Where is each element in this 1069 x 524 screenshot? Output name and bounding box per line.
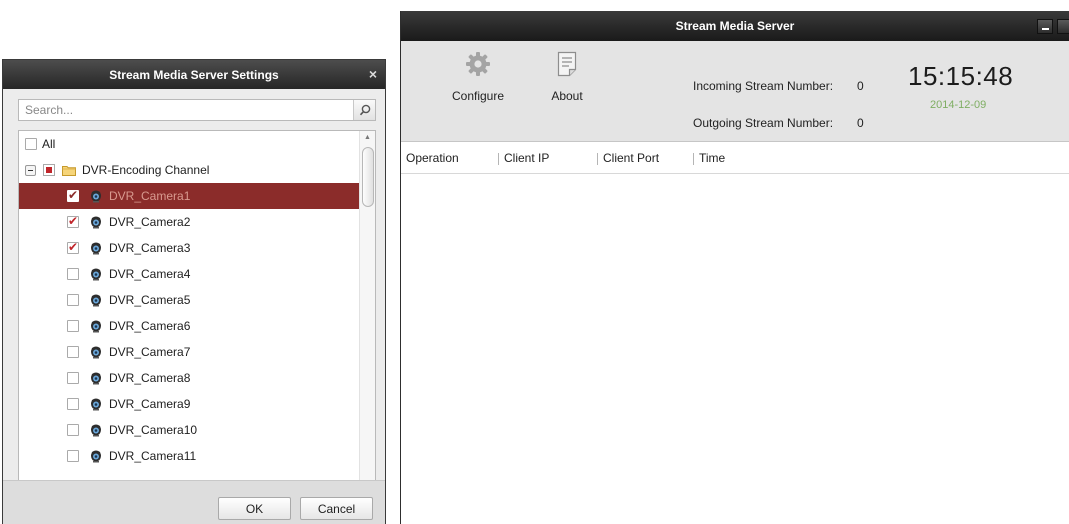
camera-checkbox[interactable]	[67, 268, 79, 280]
outgoing-stream-value: 0	[857, 116, 864, 130]
camera-icon	[91, 268, 101, 281]
camera-icon	[91, 242, 101, 255]
dialog-footer: OK Cancel	[3, 480, 385, 524]
camera-checkbox[interactable]	[67, 346, 79, 358]
camera-row[interactable]: DVR_Camera3	[19, 235, 359, 261]
cancel-button[interactable]: Cancel	[300, 497, 373, 520]
camera-row[interactable]: DVR_Camera10	[19, 417, 359, 443]
channel-tree: All DVR-Encoding Channel DVR_Camera1 DVR_…	[18, 130, 376, 524]
configure-button[interactable]: Configure	[443, 51, 513, 103]
minimize-button[interactable]	[1037, 19, 1053, 34]
camera-checkbox[interactable]	[67, 240, 79, 254]
search-icon	[359, 104, 370, 116]
settings-dialog: Stream Media Server Settings × All DVR-E…	[2, 59, 386, 524]
group-checkbox[interactable]	[43, 164, 55, 176]
ok-button[interactable]: OK	[218, 497, 291, 520]
camera-icon	[91, 424, 101, 437]
camera-row[interactable]: DVR_Camera7	[19, 339, 359, 365]
camera-checkbox[interactable]	[67, 398, 79, 410]
column-header-time[interactable]: Time	[699, 151, 725, 165]
close-icon[interactable]: ×	[369, 66, 377, 82]
tree-row-group[interactable]: DVR-Encoding Channel	[19, 157, 359, 183]
about-button[interactable]: About	[532, 51, 602, 103]
clock-date: 2014-12-09	[930, 99, 987, 111]
camera-icon	[91, 398, 101, 411]
outgoing-stream-label: Outgoing Stream Number:	[693, 116, 834, 130]
camera-checkbox[interactable]	[67, 214, 79, 228]
main-title-bar: Stream Media Server	[401, 11, 1069, 41]
column-divider[interactable]	[597, 153, 598, 165]
camera-icon	[91, 450, 101, 463]
camera-label: DVR_Camera9	[109, 397, 191, 411]
camera-checkbox[interactable]	[67, 294, 79, 306]
collapse-toggle-icon[interactable]	[25, 164, 36, 176]
group-label: DVR-Encoding Channel	[82, 163, 210, 177]
camera-label: DVR_Camera5	[109, 293, 191, 307]
dialog-title: Stream Media Server Settings	[109, 67, 279, 82]
incoming-stream-label: Incoming Stream Number:	[693, 79, 834, 93]
camera-row[interactable]: DVR_Camera6	[19, 313, 359, 339]
camera-row[interactable]: DVR_Camera1	[19, 183, 359, 209]
camera-icon	[91, 190, 101, 203]
clock-time: 15:15:48	[908, 61, 1014, 91]
search-box	[18, 99, 376, 121]
all-checkbox[interactable]	[25, 138, 37, 150]
column-divider[interactable]	[498, 153, 499, 165]
camera-row[interactable]: DVR_Camera2	[19, 209, 359, 235]
camera-icon	[91, 216, 101, 229]
camera-icon	[91, 346, 101, 359]
column-header-client-ip[interactable]: Client IP	[504, 151, 549, 165]
scrollbar-thumb[interactable]	[362, 147, 374, 207]
camera-row[interactable]: DVR_Camera5	[19, 287, 359, 313]
camera-label: DVR_Camera10	[109, 423, 198, 437]
column-divider[interactable]	[693, 153, 694, 165]
gear-icon	[466, 52, 490, 76]
camera-label: DVR_Camera8	[109, 371, 191, 385]
incoming-stream-value: 0	[857, 79, 864, 93]
camera-label: DVR_Camera3	[109, 241, 191, 255]
document-icon	[557, 51, 577, 77]
camera-row[interactable]: DVR_Camera11	[19, 443, 359, 469]
dialog-title-bar: Stream Media Server Settings ×	[3, 60, 385, 89]
search-button[interactable]	[353, 100, 375, 120]
camera-label: DVR_Camera4	[109, 267, 191, 281]
camera-checkbox[interactable]	[67, 450, 79, 462]
toolbar: Configure About Incoming Stream Number: …	[401, 41, 1069, 142]
camera-checkbox[interactable]	[67, 188, 79, 202]
camera-label: DVR_Camera7	[109, 345, 191, 359]
camera-label: DVR_Camera1	[109, 189, 191, 203]
all-label: All	[42, 137, 56, 151]
camera-label: DVR_Camera6	[109, 319, 191, 333]
camera-row[interactable]: DVR_Camera8	[19, 365, 359, 391]
camera-row[interactable]: DVR_Camera9	[19, 391, 359, 417]
folder-icon	[62, 165, 76, 176]
camera-label: DVR_Camera2	[109, 215, 191, 229]
main-window: Stream Media Server Configure About Inco…	[400, 11, 1069, 524]
camera-checkbox[interactable]	[67, 424, 79, 436]
camera-label: DVR_Camera11	[109, 449, 197, 463]
tree-row-all[interactable]: All	[19, 131, 359, 157]
search-input[interactable]	[19, 100, 353, 120]
tree-scrollbar[interactable]: ▲ ▼	[359, 131, 375, 524]
camera-row[interactable]: DVR_Camera4	[19, 261, 359, 287]
configure-label: Configure	[451, 89, 505, 103]
camera-icon	[91, 320, 101, 333]
column-header-operation[interactable]: Operation	[406, 151, 459, 165]
window-title: Stream Media Server	[675, 19, 795, 33]
camera-icon	[91, 372, 101, 385]
column-header-client-port[interactable]: Client Port	[603, 151, 659, 165]
camera-checkbox[interactable]	[67, 320, 79, 332]
restore-button[interactable]	[1057, 19, 1069, 34]
camera-checkbox[interactable]	[67, 372, 79, 384]
client-table-header: Operation Client IP Client Port Time	[401, 142, 1069, 174]
about-label: About	[551, 89, 583, 103]
scroll-up-icon[interactable]: ▲	[360, 131, 375, 145]
camera-icon	[91, 294, 101, 307]
